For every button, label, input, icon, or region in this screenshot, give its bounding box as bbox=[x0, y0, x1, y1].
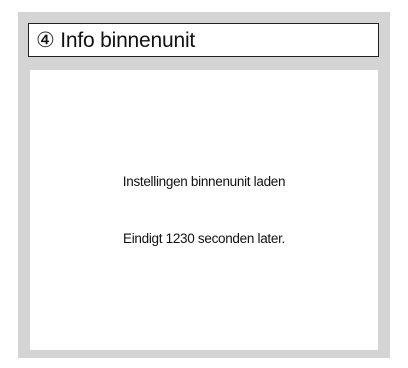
dialog-panel: ④ Info binnenunit Instellingen binnenuni… bbox=[18, 12, 390, 358]
dialog-title: ④ Info binnenunit bbox=[36, 28, 196, 52]
countdown-message: Eindigt 1230 seconden later. bbox=[123, 231, 285, 246]
title-bar: ④ Info binnenunit bbox=[28, 23, 379, 57]
dialog-content: Instellingen binnenunit laden Eindigt 12… bbox=[30, 70, 378, 350]
status-message: Instellingen binnenunit laden bbox=[122, 174, 286, 189]
